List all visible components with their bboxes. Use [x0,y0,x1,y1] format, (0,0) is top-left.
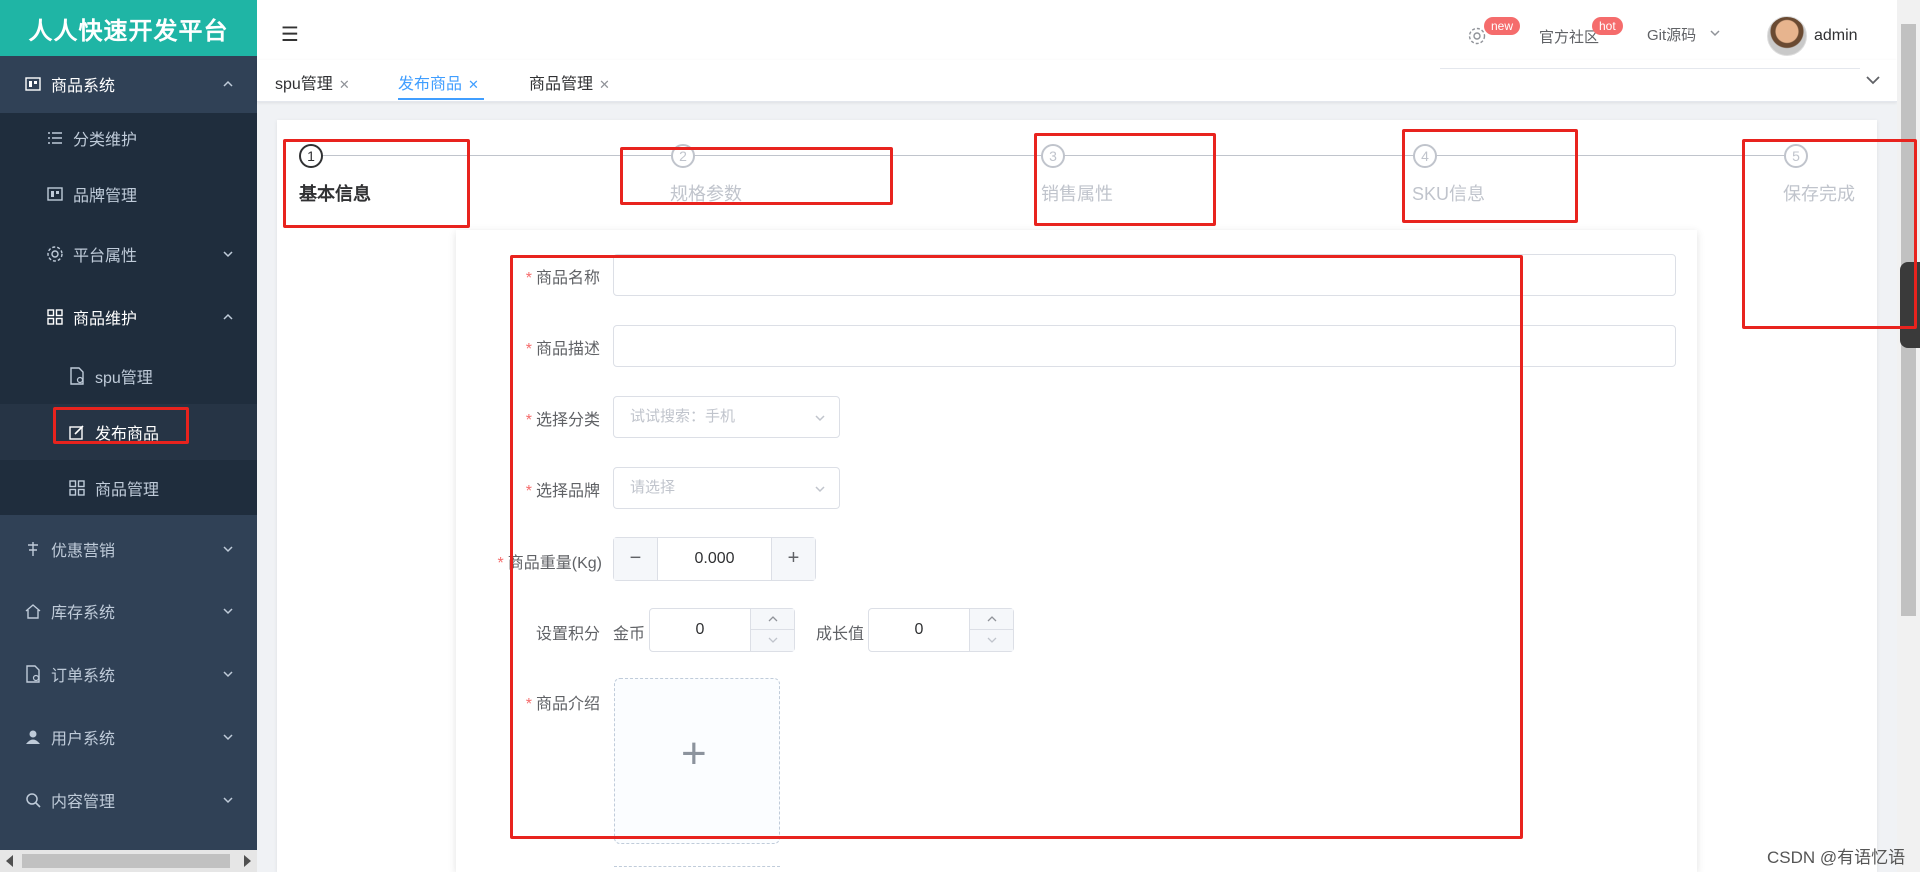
second-upload-edge [614,866,780,872]
home-icon [24,602,42,620]
menu-inventory[interactable]: 库存系统 [0,583,257,639]
document-settings-icon [24,665,42,683]
annotation-box [620,147,893,205]
brand-icon [46,185,64,203]
chevron-up-icon [223,313,233,320]
gear-icon [46,245,64,263]
hot-badge: hot [1592,17,1623,35]
tabs-chevron-down-icon[interactable] [1861,68,1885,92]
menu-spu[interactable]: spu管理 [0,348,257,404]
list-icon [46,129,64,147]
product-system-icon [24,75,42,93]
chevron-down-icon [223,251,233,258]
tab-publish-product[interactable]: 发布商品 ✕ [398,70,479,94]
menu-label: 商品管理 [95,482,160,499]
grid-icon [46,308,64,326]
chevron-down-icon [223,797,233,804]
annotation-box [510,255,1523,839]
menu-label: spu管理 [95,370,153,387]
sidebar-horizontal-scrollbar[interactable] [0,850,257,872]
menu-label: 商品维护 [73,311,138,328]
menu-coupon[interactable]: 优惠营销 [0,521,257,577]
chevron-down-icon [223,546,233,553]
menu-label: 分类维护 [73,132,138,149]
close-icon[interactable]: ✕ [468,77,479,92]
close-icon[interactable]: ✕ [599,77,610,92]
tab-divider [1440,68,1860,69]
menu-product-maintain[interactable]: 商品维护 [0,289,257,345]
annotation-box [1402,129,1578,223]
menu-label: 用户系统 [51,731,116,748]
menu-order[interactable]: 订单系统 [0,646,257,702]
tab-label: spu管理 [275,76,333,93]
hamburger-menu-icon[interactable]: ☰ [281,22,299,47]
menu-product-system[interactable]: 商品系统 [0,56,257,112]
avatar[interactable] [1767,16,1807,56]
top-header: ☰ new 官方社区 hot Git源码 admin [257,0,1897,60]
menu-content[interactable]: 内容管理 [0,772,257,828]
menu-label: 平台属性 [73,248,138,265]
watermark: CSDN @有语忆语 [1767,848,1906,867]
document-settings-icon [68,367,86,385]
annotation-box [53,407,189,444]
close-icon[interactable]: ✕ [339,77,350,92]
coupon-icon [24,540,42,558]
annotation-box [1034,133,1216,226]
scroll-left-arrow-icon[interactable] [6,855,13,867]
active-tab-indicator [398,98,484,100]
chevron-down-icon[interactable] [1708,26,1722,40]
menu-label: 订单系统 [51,668,116,685]
grid-icon [68,479,86,497]
annotation-box [1742,139,1917,329]
annotation-box [283,139,470,228]
username[interactable]: admin [1814,27,1858,45]
chevron-down-icon [223,608,233,615]
app-logo: 人人快速开发平台 [0,0,257,56]
tab-bar: spu管理 ✕ 发布商品 ✕ 商品管理 ✕ [257,60,1897,102]
scroll-right-arrow-icon[interactable] [244,855,251,867]
menu-product-manage[interactable]: 商品管理 [0,460,257,516]
chevron-up-icon [223,80,233,87]
community-link[interactable]: 官方社区 [1539,26,1599,47]
search-icon [24,791,42,809]
menu-user[interactable]: 用户系统 [0,709,257,765]
tab-label: 发布商品 [398,76,463,93]
user-icon [24,728,42,746]
menu-brand[interactable]: 品牌管理 [0,166,257,222]
new-badge: new [1484,17,1521,35]
menu-label: 优惠营销 [51,543,116,560]
scrollbar-thumb[interactable] [22,854,230,868]
tab-product-manage[interactable]: 商品管理 ✕ [529,70,610,94]
menu-label: 品牌管理 [73,188,138,205]
tab-spu[interactable]: spu管理 ✕ [275,70,350,94]
menu-label: 库存系统 [51,605,116,622]
menu-label: 商品系统 [51,78,116,95]
page-vertical-scrollbar[interactable] [1897,0,1920,872]
tab-label: 商品管理 [529,76,594,93]
menu-label: 内容管理 [51,794,116,811]
git-source-dropdown[interactable]: Git源码 [1647,24,1696,45]
chevron-down-icon [223,734,233,741]
menu-platform-attr[interactable]: 平台属性 [0,226,257,282]
chevron-down-icon [223,671,233,678]
menu-category[interactable]: 分类维护 [0,110,257,166]
